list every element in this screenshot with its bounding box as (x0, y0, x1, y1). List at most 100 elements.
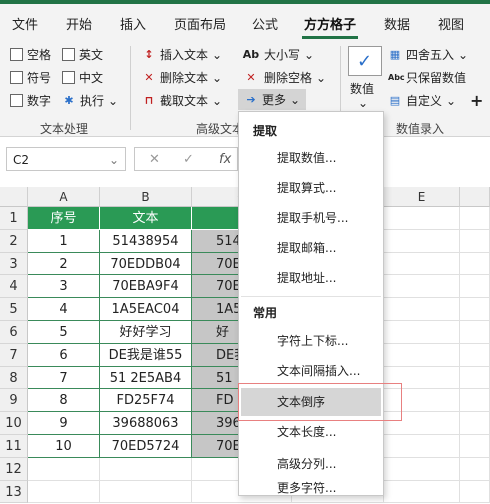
table-cell[interactable] (460, 207, 490, 230)
checkbox-box[interactable] (10, 71, 23, 84)
add-icon[interactable]: + (470, 91, 483, 110)
table-cell[interactable] (384, 207, 460, 230)
menu-item-interval-insert[interactable]: 文本间隔插入... (241, 357, 381, 385)
checkbox-symbol[interactable]: 符号 (10, 69, 51, 86)
menu-item-extract-address[interactable]: 提取地址... (241, 264, 381, 292)
delete-text-button[interactable]: ✕ 删除文本 ⌄ (142, 69, 222, 86)
table-cell[interactable] (384, 457, 460, 481)
row-header[interactable]: 7 (0, 343, 28, 367)
table-cell[interactable]: 39688063 (100, 412, 192, 435)
table-cell[interactable]: 51 2E5AB4 (100, 366, 192, 390)
tab-view[interactable]: 视图 (438, 14, 464, 33)
row-header[interactable]: 8 (0, 366, 28, 390)
table-cell[interactable] (460, 435, 490, 458)
checkbox-box[interactable] (10, 94, 23, 107)
header-cell[interactable]: 文本 (100, 207, 192, 230)
row-header[interactable]: 6 (0, 321, 28, 344)
table-cell[interactable]: 5 (28, 321, 100, 344)
table-cell[interactable] (384, 435, 460, 458)
table-cell[interactable] (460, 321, 490, 344)
menu-item-extract-number[interactable]: 提取数值... (241, 144, 381, 172)
table-cell[interactable]: 51438954 (100, 229, 192, 253)
table-cell[interactable] (460, 389, 490, 413)
checkbox-box[interactable] (62, 48, 75, 61)
table-cell[interactable]: DE我是谁55 (100, 343, 192, 367)
tab-home[interactable]: 开始 (66, 14, 92, 33)
table-cell[interactable]: 8 (28, 389, 100, 413)
table-cell[interactable]: 70EDDB04 (100, 252, 192, 276)
table-cell[interactable] (384, 252, 460, 276)
checkbox-box[interactable] (10, 48, 23, 61)
checkbox-chinese[interactable]: 中文 (62, 69, 103, 86)
table-cell[interactable] (100, 480, 192, 504)
numeric-icon[interactable]: ✓ (348, 46, 382, 76)
menu-item-advanced-split[interactable]: 高级分列... (241, 450, 381, 478)
numeric-button[interactable]: 数值 (350, 80, 374, 97)
menu-item-superscript[interactable]: 字符上下标... (241, 327, 381, 355)
table-cell[interactable]: 7 (28, 366, 100, 390)
table-cell[interactable] (384, 298, 460, 321)
delete-space-button[interactable]: ✕ 删除空格 ⌄ (242, 69, 326, 86)
custom-button[interactable]: ▤ 自定义 ⌄ (388, 92, 456, 109)
menu-item-extract-email[interactable]: 提取邮箱... (241, 234, 381, 262)
table-cell[interactable]: FD25F74 (100, 389, 192, 413)
table-cell[interactable] (460, 343, 490, 367)
tab-insert[interactable]: 插入 (120, 14, 146, 33)
table-cell[interactable] (460, 480, 490, 504)
case-button[interactable]: Ab 大小写 ⌄ (242, 46, 314, 63)
table-cell[interactable] (28, 480, 100, 504)
menu-item-more-chars[interactable]: 更多字符... (241, 478, 381, 494)
table-cell[interactable] (384, 321, 460, 344)
row-header[interactable]: 3 (0, 252, 28, 276)
tab-formulas[interactable]: 公式 (252, 14, 278, 33)
tab-fangfang-gezi[interactable]: 方方格子 (304, 14, 356, 33)
table-cell[interactable] (384, 275, 460, 299)
table-cell[interactable]: 好好学习 (100, 321, 192, 344)
table-cell[interactable]: 3 (28, 275, 100, 299)
tab-data[interactable]: 数据 (384, 14, 410, 33)
column-header-a[interactable]: A (28, 187, 100, 207)
table-cell[interactable]: 10 (28, 435, 100, 458)
table-cell[interactable]: 70ED5724 (100, 435, 192, 458)
table-cell[interactable]: 6 (28, 343, 100, 367)
fx-icon[interactable]: fx (219, 152, 231, 167)
checkbox-english[interactable]: 英文 (62, 46, 103, 63)
menu-item-extract-phone[interactable]: 提取手机号... (241, 204, 381, 232)
table-cell[interactable] (28, 457, 100, 481)
row-header[interactable]: 9 (0, 389, 28, 413)
checkbox-box[interactable] (62, 71, 75, 84)
header-cell[interactable]: 序号 (28, 207, 100, 230)
execute-button[interactable]: ✱ 执行 ⌄ (62, 92, 118, 109)
table-cell[interactable] (384, 343, 460, 367)
keep-numeric-button[interactable]: Abc 只保留数值 (388, 69, 466, 86)
table-cell[interactable] (460, 298, 490, 321)
tab-file[interactable]: 文件 (12, 14, 38, 33)
table-cell[interactable] (460, 457, 490, 481)
table-cell[interactable]: 1 (28, 229, 100, 253)
table-cell[interactable] (100, 457, 192, 481)
menu-item-extract-formula[interactable]: 提取算式... (241, 174, 381, 202)
table-cell[interactable]: 4 (28, 298, 100, 321)
checkbox-space[interactable]: 空格 (10, 46, 51, 63)
table-cell[interactable] (460, 366, 490, 390)
round-button[interactable]: ▦ 四舍五入 ⌄ (388, 46, 468, 63)
table-cell[interactable] (460, 252, 490, 276)
row-header[interactable]: 1 (0, 207, 28, 230)
row-header[interactable]: 5 (0, 298, 28, 321)
table-cell[interactable]: 9 (28, 412, 100, 435)
row-header[interactable]: 10 (0, 412, 28, 435)
table-cell[interactable]: 1A5EAC04 (100, 298, 192, 321)
insert-text-button[interactable]: ↕ 插入文本 ⌄ (142, 46, 222, 63)
extract-text-button[interactable]: ⊓ 截取文本 ⌄ (142, 92, 222, 109)
table-cell[interactable] (384, 480, 460, 504)
row-header[interactable]: 12 (0, 457, 28, 481)
table-cell[interactable]: 70EBA9F4 (100, 275, 192, 299)
name-box[interactable]: C2 ⌄ (6, 147, 126, 171)
confirm-icon[interactable]: ✓ (183, 152, 194, 167)
menu-item-text-length[interactable]: 文本长度... (241, 418, 381, 446)
table-cell[interactable]: 2 (28, 252, 100, 276)
chevron-down-icon[interactable]: ⌄ (109, 148, 119, 172)
checkbox-number[interactable]: 数字 (10, 92, 51, 109)
more-button[interactable]: ➔ 更多 ⌄ (238, 89, 307, 110)
table-cell[interactable] (384, 229, 460, 253)
